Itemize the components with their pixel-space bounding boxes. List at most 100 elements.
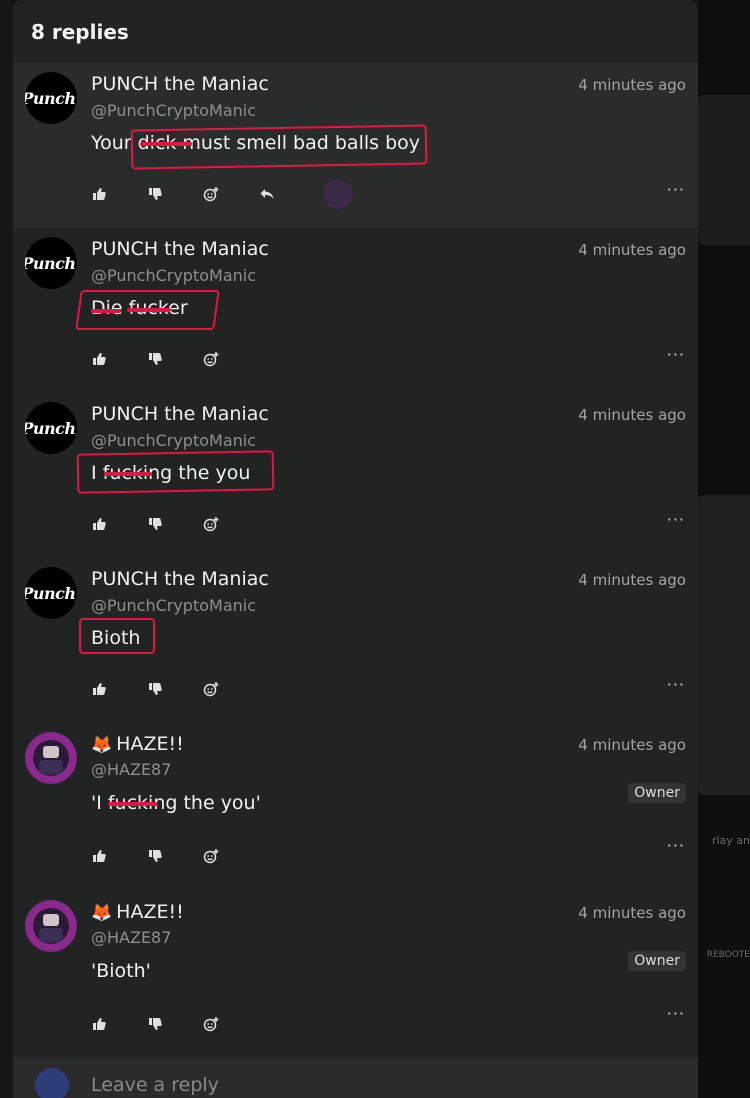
add-reaction-button[interactable] xyxy=(203,347,259,371)
reply-button[interactable] xyxy=(259,182,315,206)
redaction-strike xyxy=(104,472,152,476)
dislike-button[interactable] xyxy=(147,512,203,536)
comment-timestamp: 4 minutes ago xyxy=(578,406,686,424)
replies-panel: 8 replies Punch, PUNCH the Maniac @Punch… xyxy=(13,0,698,1098)
thumbs-up-icon xyxy=(93,1018,106,1030)
comment-actions xyxy=(91,510,259,538)
dislike-button[interactable] xyxy=(147,844,203,868)
author-name[interactable]: 🦊 HAZE!! xyxy=(91,733,184,755)
author-name[interactable]: PUNCH the Maniac xyxy=(91,568,269,590)
more-options-button[interactable]: ··· xyxy=(667,180,685,199)
author-handle[interactable]: @PunchCryptoManic xyxy=(91,596,256,615)
comment-actions xyxy=(91,345,259,373)
background-label: rlay an xyxy=(711,834,750,847)
thumbs-down-icon xyxy=(149,353,162,365)
comment-text: 'Bioth' xyxy=(91,960,151,982)
emoji-plus-icon xyxy=(203,352,219,367)
comment-item: 🦊 HAZE!! @HAZE87 4 minutes ago Owner 'Bio… xyxy=(13,890,698,1058)
author-avatar[interactable]: Punch, xyxy=(25,567,77,619)
redaction-strike xyxy=(91,309,121,313)
current-user-avatar xyxy=(35,1068,69,1098)
like-button[interactable] xyxy=(91,844,147,868)
author-avatar[interactable] xyxy=(25,732,77,784)
comment-actions xyxy=(91,842,259,870)
more-options-button[interactable]: ··· xyxy=(667,836,685,855)
emoji-plus-icon xyxy=(203,1017,219,1032)
thumbs-down-icon xyxy=(149,188,162,200)
background-page: rlay an REBOOTE xyxy=(698,0,750,1098)
emoji-plus-icon xyxy=(203,517,219,532)
like-button[interactable] xyxy=(91,182,147,206)
add-reaction-button[interactable] xyxy=(203,844,259,868)
background-label: REBOOTE xyxy=(706,950,750,960)
avatar-logo-text: Punch, xyxy=(25,418,77,438)
dislike-button[interactable] xyxy=(147,182,203,206)
comment-timestamp: 4 minutes ago xyxy=(578,736,686,754)
more-options-button[interactable]: ··· xyxy=(667,1004,685,1023)
author-name[interactable]: PUNCH the Maniac xyxy=(91,73,269,95)
author-handle[interactable]: @PunchCryptoManic xyxy=(91,431,256,450)
comment-timestamp: 4 minutes ago xyxy=(578,571,686,589)
add-reaction-button[interactable] xyxy=(203,1012,259,1036)
avatar-logo-text: Punch, xyxy=(25,88,77,108)
background-thumbnail[interactable] xyxy=(698,495,750,795)
author-avatar[interactable]: Punch, xyxy=(25,72,77,124)
thumbs-down-icon xyxy=(149,518,162,530)
owner-badge: Owner xyxy=(628,783,686,803)
redaction-strike xyxy=(140,142,192,146)
avatar-image xyxy=(26,901,76,951)
author-name-text: HAZE!! xyxy=(116,733,184,755)
replies-header: 8 replies xyxy=(13,0,698,62)
thumbs-up-icon xyxy=(93,683,106,695)
thumbs-up-icon xyxy=(93,353,106,365)
add-reaction-button[interactable] xyxy=(203,512,259,536)
fox-emoji-icon: 🦊 xyxy=(91,735,113,755)
owner-badge: Owner xyxy=(628,951,686,971)
author-avatar[interactable]: Punch, xyxy=(25,402,77,454)
add-reaction-button[interactable] xyxy=(203,677,259,701)
thumbs-down-icon xyxy=(149,850,162,862)
author-name[interactable]: 🦊 HAZE!! xyxy=(91,901,184,923)
comment-text: Bioth xyxy=(91,627,141,649)
comment-item: Punch, PUNCH the Maniac @PunchCryptoMani… xyxy=(13,227,698,392)
like-button[interactable] xyxy=(91,347,147,371)
comment-item: Punch, PUNCH the Maniac @PunchCryptoMani… xyxy=(13,557,698,722)
reply-arrow-icon xyxy=(260,189,274,199)
dislike-button[interactable] xyxy=(147,677,203,701)
more-options-button[interactable]: ··· xyxy=(667,510,685,529)
thumbs-down-icon xyxy=(149,683,162,695)
thumbs-down-icon xyxy=(149,1018,162,1030)
author-avatar[interactable]: Punch, xyxy=(25,237,77,289)
background-thumbnail[interactable] xyxy=(698,95,750,245)
add-reaction-button[interactable] xyxy=(203,182,259,206)
redaction-strike xyxy=(127,308,171,312)
dislike-button[interactable] xyxy=(147,347,203,371)
comment-timestamp: 4 minutes ago xyxy=(578,76,686,94)
avatar-logo-text: Punch, xyxy=(25,253,77,273)
emoji-plus-icon xyxy=(203,849,219,864)
like-button[interactable] xyxy=(91,512,147,536)
creator-heart-avatar xyxy=(323,179,353,209)
author-handle[interactable]: @HAZE87 xyxy=(91,760,171,779)
replies-count-title: 8 replies xyxy=(31,20,129,44)
more-options-button[interactable]: ··· xyxy=(667,675,685,694)
author-name[interactable]: PUNCH the Maniac xyxy=(91,403,269,425)
like-button[interactable] xyxy=(91,677,147,701)
like-button[interactable] xyxy=(91,1012,147,1036)
more-options-button[interactable]: ··· xyxy=(667,345,685,364)
avatar-image xyxy=(26,733,76,783)
fox-emoji-icon: 🦊 xyxy=(91,903,113,923)
redaction-strike xyxy=(108,802,158,806)
comment-item: Punch, PUNCH the Maniac @PunchCryptoMani… xyxy=(13,62,698,227)
comment-item: Punch, PUNCH the Maniac @PunchCryptoMani… xyxy=(13,392,698,557)
author-handle[interactable]: @HAZE87 xyxy=(91,928,171,947)
reply-input[interactable]: Leave a reply xyxy=(91,1074,219,1096)
author-handle[interactable]: @PunchCryptoManic xyxy=(91,101,256,120)
dislike-button[interactable] xyxy=(147,1012,203,1036)
author-handle[interactable]: @PunchCryptoManic xyxy=(91,266,256,285)
author-name[interactable]: PUNCH the Maniac xyxy=(91,238,269,260)
emoji-plus-icon xyxy=(203,682,219,697)
author-name-text: HAZE!! xyxy=(116,901,184,923)
author-avatar[interactable] xyxy=(25,900,77,952)
emoji-plus-icon xyxy=(203,187,219,202)
